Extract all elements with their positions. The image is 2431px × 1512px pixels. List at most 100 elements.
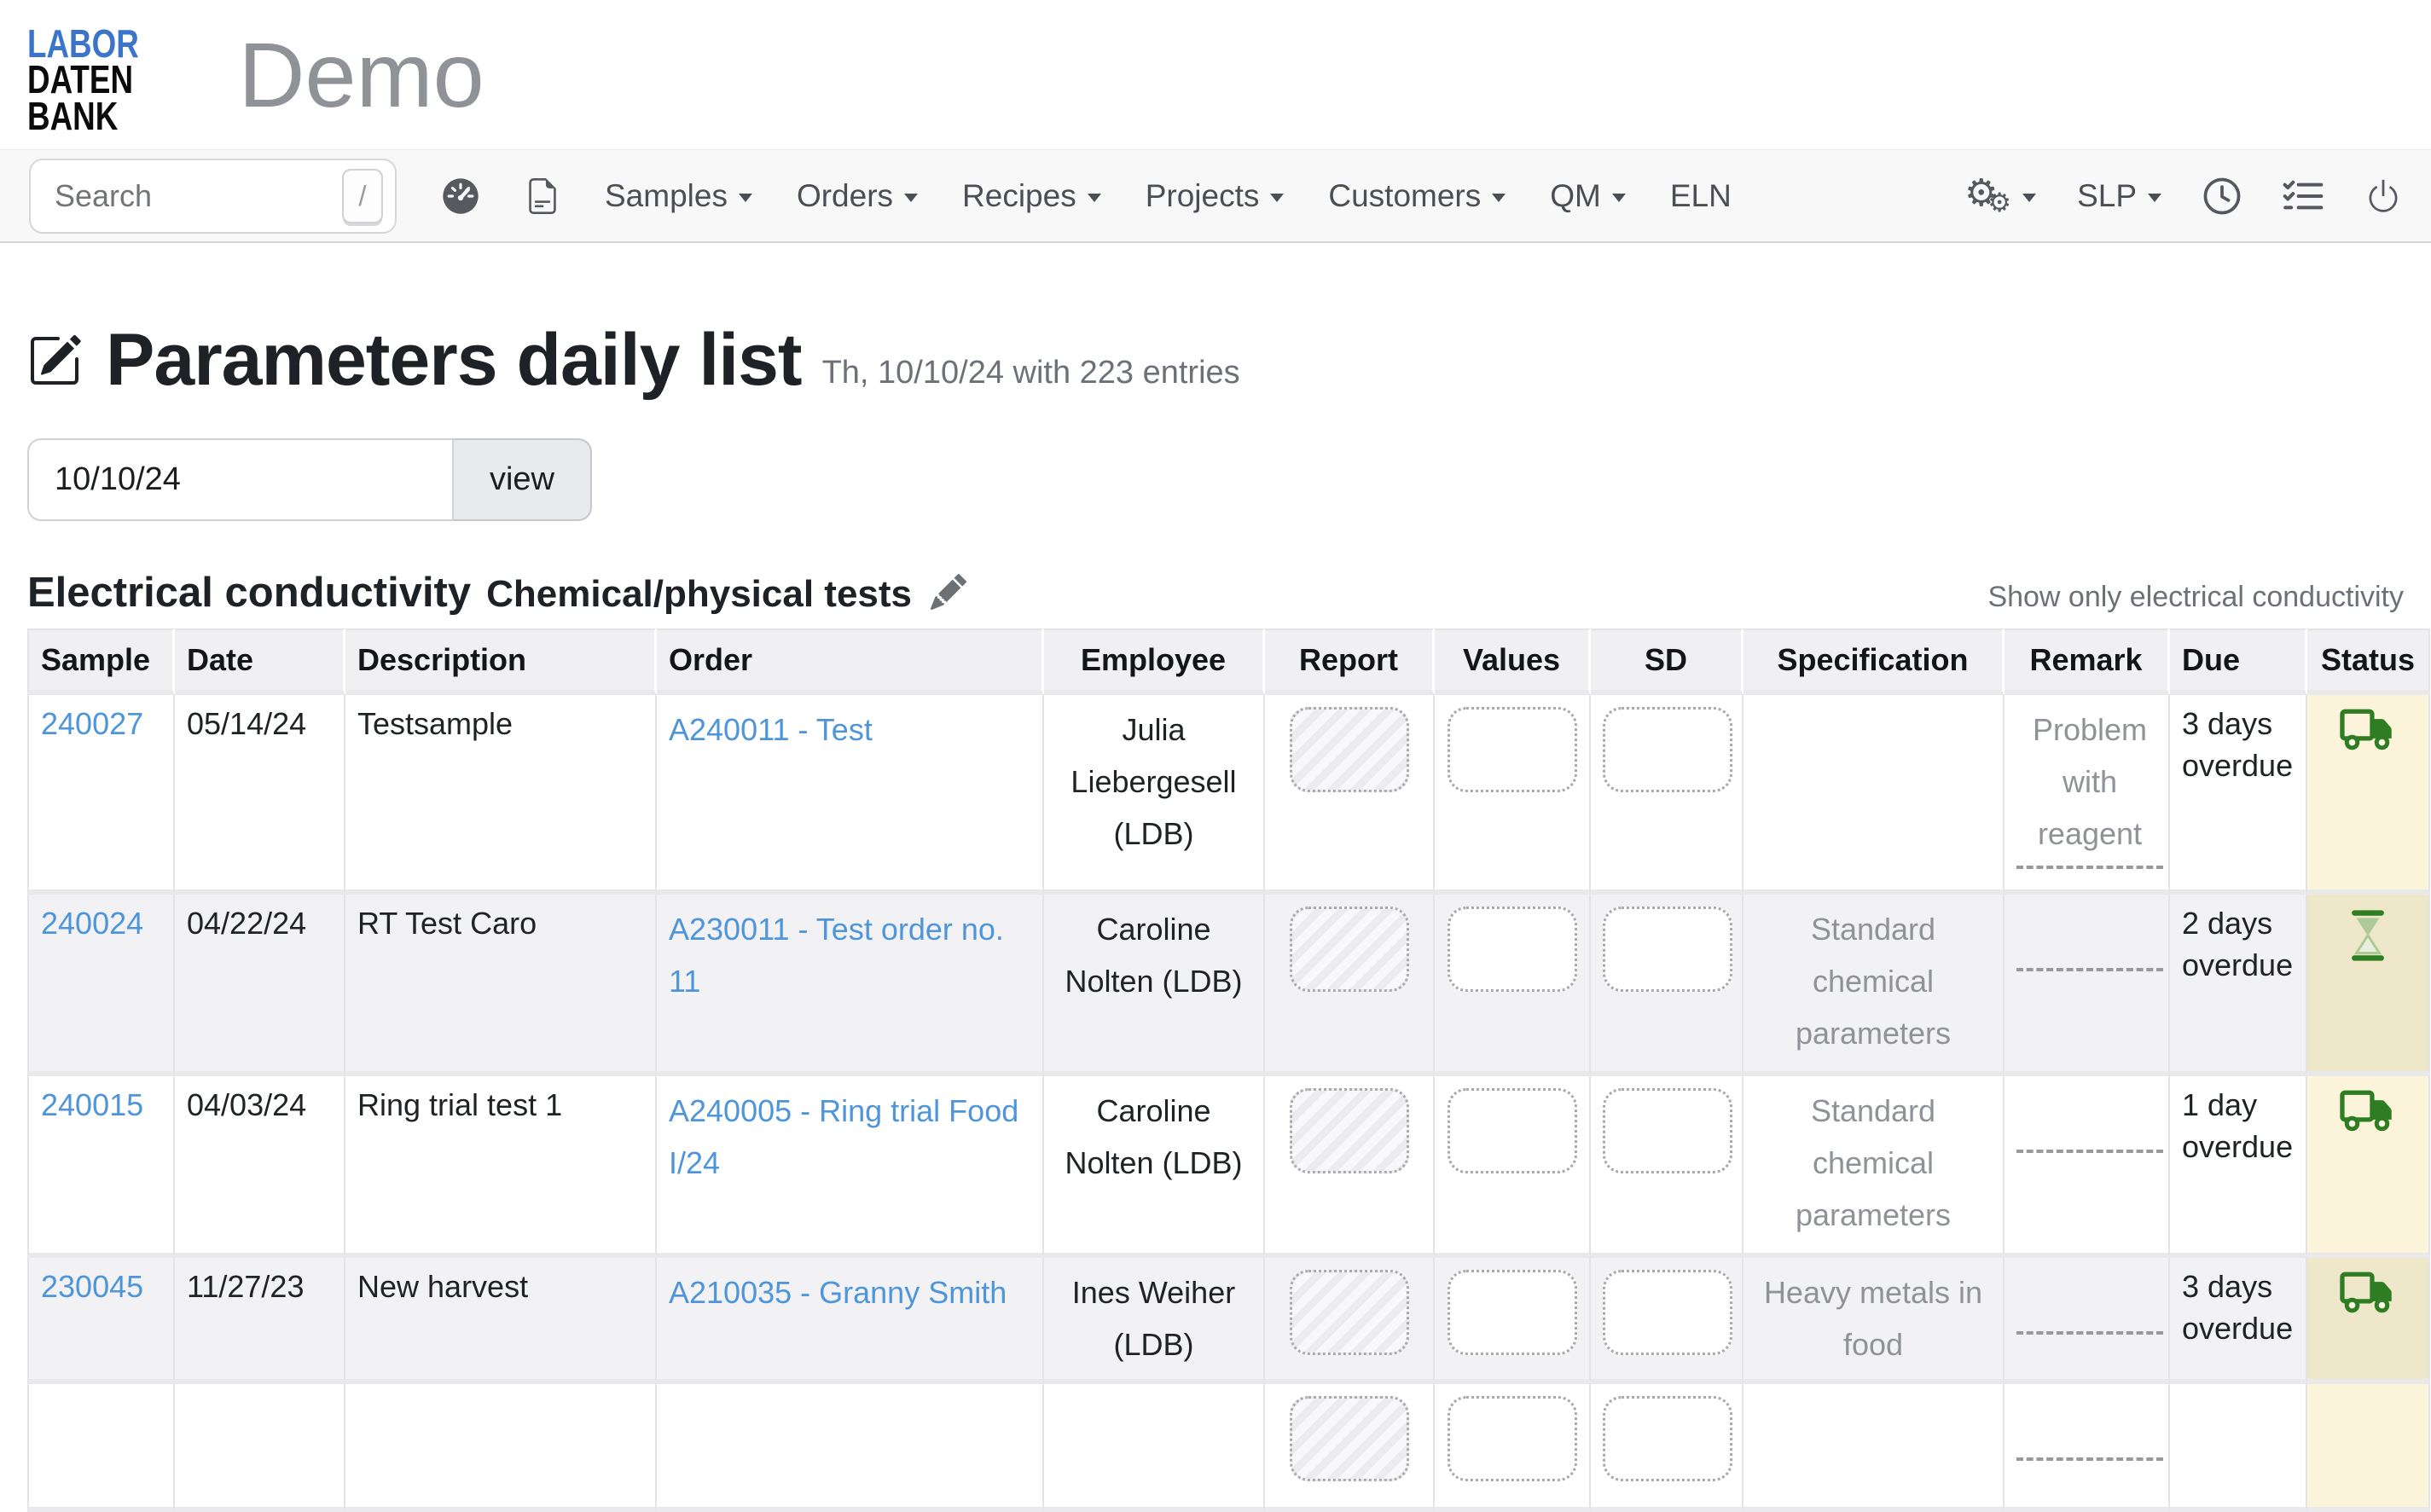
- sd-entry-box[interactable]: [1603, 1396, 1732, 1481]
- sd-cell: [1591, 895, 1743, 1076]
- order-cell: A210035 - Granny Smith: [657, 1258, 1044, 1384]
- slp-menu[interactable]: SLP: [2077, 178, 2161, 214]
- report-cell: [1265, 1258, 1435, 1384]
- due-cell: 1 day overdue: [2170, 1076, 2307, 1258]
- order-link[interactable]: A210035 - Granny Smith: [669, 1275, 1007, 1310]
- sample-link[interactable]: 240015: [41, 1087, 143, 1122]
- specification-text: Standard chemical parameters: [1755, 903, 1991, 1060]
- status-cell: [2307, 895, 2430, 1076]
- sd-entry-box[interactable]: [1603, 1270, 1732, 1355]
- due-text: 3 days overdue: [2182, 704, 2294, 786]
- sd-entry-box[interactable]: [1603, 1088, 1732, 1173]
- values-cell: [1435, 895, 1591, 1076]
- sample-link[interactable]: 240027: [41, 706, 143, 741]
- specification-cell: Standard chemical parameters: [1743, 1076, 2005, 1258]
- order-link[interactable]: A230011 - Test order no. 11: [669, 912, 1004, 999]
- nav-menu-orders[interactable]: Orders: [797, 178, 918, 214]
- remark-field[interactable]: [2016, 968, 2163, 971]
- values-entry-box[interactable]: [1448, 1396, 1577, 1481]
- power-icon[interactable]: [2364, 177, 2402, 215]
- slash-shortcut-badge: /: [342, 169, 383, 223]
- chevron-down-icon: [1088, 194, 1101, 202]
- settings-menu[interactable]: ⚙⚙: [1964, 175, 2036, 217]
- app-title: Demo: [239, 29, 484, 121]
- values-entry-box[interactable]: [1448, 1270, 1577, 1355]
- remark-cell: [2005, 1258, 2170, 1384]
- description-cell: New harvest: [345, 1258, 657, 1384]
- report-entry-box[interactable]: [1290, 707, 1409, 792]
- employee-name: Caroline Nolten (LDB): [1056, 1085, 1251, 1189]
- due-cell: 2 days overdue: [2170, 895, 2307, 1076]
- remark-field[interactable]: [2016, 1150, 2163, 1153]
- sample-cell: [27, 1384, 175, 1512]
- report-entry-box[interactable]: [1290, 907, 1409, 992]
- labordatenbank-logo[interactable]: LABOR DATEN BANK: [27, 26, 139, 134]
- description-cell: [345, 1384, 657, 1512]
- nav-menu-label: QM: [1550, 178, 1601, 214]
- checklist-icon[interactable]: [2283, 179, 2324, 213]
- nav-menu-label: Recipes: [962, 178, 1076, 214]
- employee-cell: Caroline Nolten (LDB): [1044, 1076, 1265, 1258]
- values-entry-box[interactable]: [1448, 1088, 1577, 1173]
- values-cell: [1435, 1076, 1591, 1258]
- chevron-down-icon: [2148, 194, 2161, 202]
- report-entry-box[interactable]: [1290, 1088, 1409, 1173]
- values-cell: [1435, 1258, 1591, 1384]
- report-entry-box[interactable]: [1290, 1396, 1409, 1481]
- values-entry-box[interactable]: [1448, 907, 1577, 992]
- remark-field[interactable]: [2016, 1457, 2163, 1461]
- specification-cell: [1743, 1384, 2005, 1512]
- nav-menu-eln[interactable]: ELN: [1670, 178, 1732, 214]
- column-header-due: Due: [2170, 629, 2307, 695]
- specification-text: Heavy metals in food: [1755, 1266, 1991, 1370]
- column-header-sd: SD: [1591, 629, 1743, 695]
- search-wrap: /: [29, 159, 397, 234]
- remark-cell: [2005, 1076, 2170, 1258]
- specification-cell: Heavy metals in food: [1743, 1258, 2005, 1384]
- order-link[interactable]: A240011 - Test: [669, 712, 873, 747]
- nav-menu-samples[interactable]: Samples: [605, 178, 752, 214]
- nav-menu-qm[interactable]: QM: [1550, 178, 1626, 214]
- nav-menu-projects[interactable]: Projects: [1146, 178, 1285, 214]
- sample-link[interactable]: 230045: [41, 1269, 143, 1304]
- view-button[interactable]: view: [454, 438, 592, 521]
- sd-entry-box[interactable]: [1603, 707, 1732, 792]
- date-input[interactable]: [27, 438, 454, 521]
- remark-cell: Problem with reagent: [2005, 695, 2170, 895]
- order-link[interactable]: A240005 - Ring trial Food I/24: [669, 1093, 1018, 1180]
- sd-entry-box[interactable]: [1603, 907, 1732, 992]
- section-title: Electrical conductivity: [27, 569, 471, 617]
- logo-line: BANK: [27, 98, 139, 134]
- file-text-icon[interactable]: [525, 178, 560, 214]
- date-cell: [175, 1384, 345, 1512]
- pencil-icon[interactable]: [931, 574, 966, 614]
- sd-cell: [1591, 1258, 1743, 1384]
- show-only-electrical-conductivity-link[interactable]: Show only electrical conductivity: [1987, 581, 2404, 614]
- specification-text: Standard chemical parameters: [1755, 1085, 1991, 1242]
- due-text: 2 days overdue: [2182, 903, 2294, 986]
- nav-right-cluster: ⚙⚙ SLP: [1964, 175, 2402, 217]
- sd-cell: [1591, 1076, 1743, 1258]
- page-subtitle: Th, 10/10/24 with 223 entries: [822, 355, 1240, 391]
- order-cell: [657, 1384, 1044, 1512]
- remark-field[interactable]: Problem with reagent: [2016, 704, 2163, 869]
- report-cell: [1265, 895, 1435, 1076]
- speedometer-icon[interactable]: [441, 177, 480, 216]
- column-header-sample: Sample: [27, 629, 175, 695]
- truck-icon: [2340, 1272, 2396, 1314]
- date-cell: 04/22/24: [175, 895, 345, 1076]
- nav-menu-recipes[interactable]: Recipes: [962, 178, 1101, 214]
- report-entry-box[interactable]: [1290, 1270, 1409, 1355]
- chevron-down-icon: [904, 194, 918, 202]
- remark-field[interactable]: [2016, 1331, 2163, 1335]
- values-cell: [1435, 1384, 1591, 1512]
- clock-icon[interactable]: [2202, 177, 2242, 216]
- table-row: 24001504/03/24Ring trial test 1A240005 -…: [27, 1076, 2430, 1258]
- due-text: 3 days overdue: [2182, 1266, 2294, 1349]
- values-entry-box[interactable]: [1448, 707, 1577, 792]
- nav-menu-customers[interactable]: Customers: [1328, 178, 1506, 214]
- nav-menu-label: Projects: [1146, 178, 1260, 214]
- remark-cell: [2005, 895, 2170, 1076]
- sample-link[interactable]: 240024: [41, 906, 143, 941]
- description-cell: RT Test Caro: [345, 895, 657, 1076]
